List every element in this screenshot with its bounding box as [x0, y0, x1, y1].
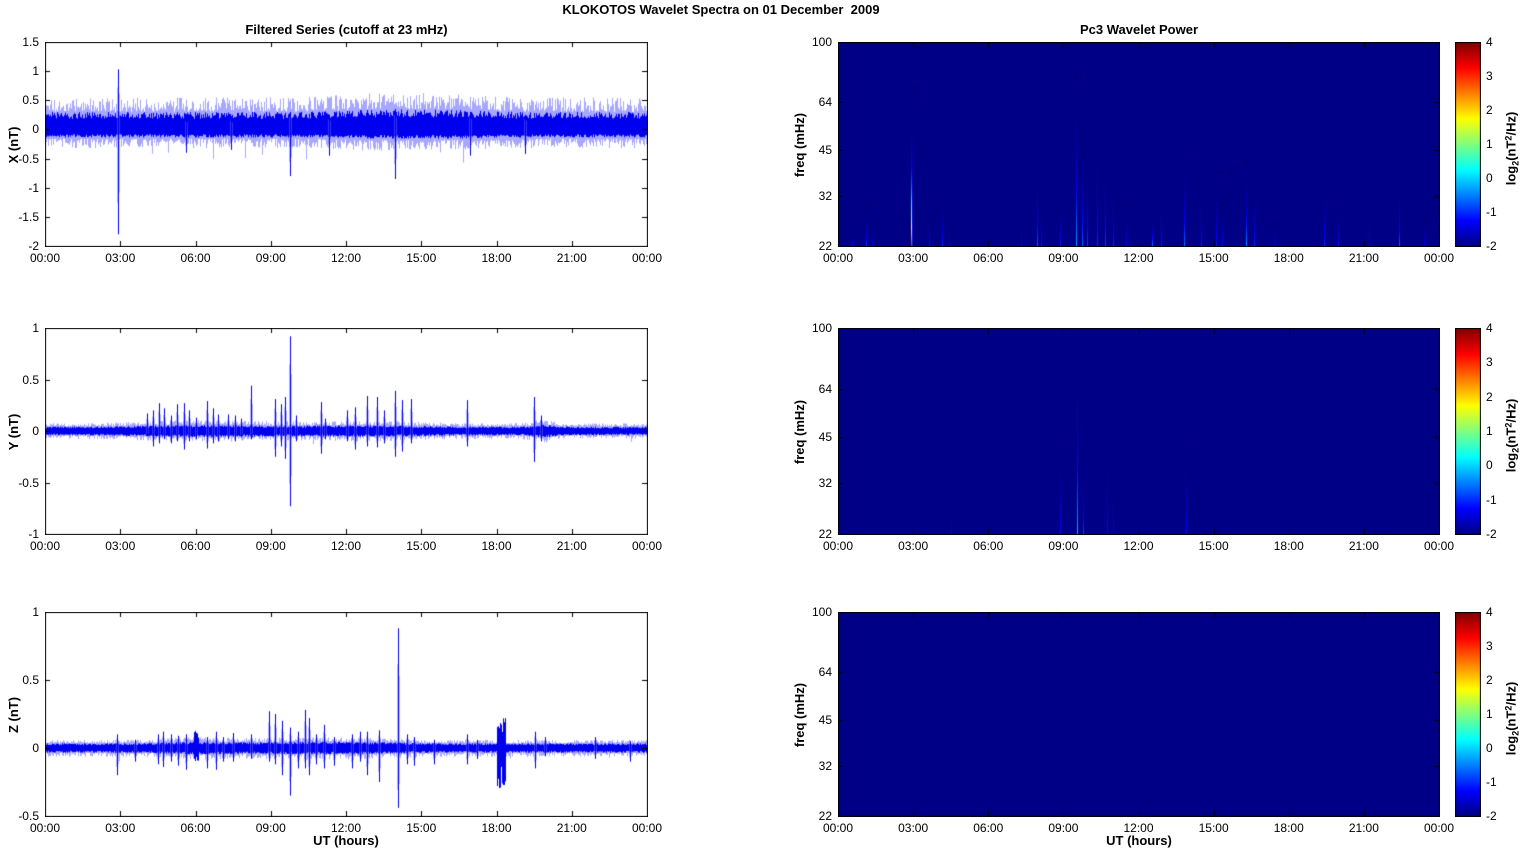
time-tick-label: 09:00 — [1048, 539, 1079, 553]
time-tick-label: 15:00 — [1198, 539, 1229, 553]
time-tick-label: 03:00 — [105, 821, 136, 835]
colorbar-x — [1455, 42, 1481, 247]
time-tick-label: 09:00 — [255, 251, 286, 265]
y-tick-label: 100 — [811, 35, 832, 49]
time-tick-label: 21:00 — [1348, 821, 1379, 835]
time-tick-label: 18:00 — [1273, 251, 1304, 265]
z-wavelet-spectrogram — [838, 612, 1440, 817]
time-tick-label: 00:00 — [1423, 539, 1455, 553]
colorbar-tick-label: -2 — [1486, 527, 1497, 541]
time-tick-label: 21:00 — [556, 539, 587, 553]
time-tick-label: 15:00 — [406, 821, 437, 835]
y-tick-label: 100 — [811, 605, 832, 619]
time-tick-label: 03:00 — [898, 821, 929, 835]
time-tick-label: 15:00 — [1198, 821, 1229, 835]
time-tick-label: 00:00 — [631, 251, 663, 265]
time-tick-label: 06:00 — [973, 821, 1004, 835]
colorbar-tick-label: -2 — [1486, 809, 1497, 823]
x-wavelet-spectrogram — [838, 42, 1440, 247]
y-tick-label: 1.5 — [22, 35, 39, 49]
time-tick-label: 00:00 — [822, 251, 854, 265]
time-tick-label: 00:00 — [822, 539, 854, 553]
y-tick-label: -1.5 — [18, 209, 39, 224]
y-filtered-series-plot — [45, 328, 648, 535]
filtered-series-title: Filtered Series (cutoff at 23 mHz) — [245, 22, 448, 37]
y-axis-label: X (nT) — [6, 126, 21, 163]
colorbar-axis-label: log2(nT2/Hz) — [1503, 681, 1521, 755]
time-tick-label: 21:00 — [1348, 251, 1379, 265]
time-tick-label: 18:00 — [481, 539, 512, 553]
x-axis-label-left: UT (hours) — [313, 833, 379, 848]
time-tick-label: 12:00 — [1123, 251, 1154, 265]
time-tick-label: 15:00 — [1198, 251, 1229, 265]
colorbar-tick-label: -2 — [1486, 239, 1497, 253]
time-tick-label: 03:00 — [898, 251, 929, 265]
time-tick-label: 03:00 — [898, 539, 929, 553]
time-tick-label: 15:00 — [406, 251, 437, 265]
time-tick-label: 06:00 — [973, 539, 1004, 553]
time-tick-label: 06:00 — [180, 539, 211, 553]
colorbar-axis-label: log2(nT2/Hz) — [1503, 111, 1521, 185]
z-filtered-series-plot — [45, 612, 648, 817]
time-tick-label: 03:00 — [105, 539, 136, 553]
time-tick-label: 12:00 — [1123, 821, 1154, 835]
time-tick-label: 00:00 — [822, 821, 854, 835]
colorbar-axis-label: log2(nT2/Hz) — [1503, 398, 1521, 472]
y-axis-label: Y (nT) — [6, 413, 21, 450]
colorbar-tick-label: 4 — [1486, 321, 1493, 335]
time-tick-label: 15:00 — [406, 539, 437, 553]
y-tick-label: 100 — [811, 321, 832, 335]
time-tick-label: 00:00 — [29, 539, 61, 553]
colorbar-z — [1455, 612, 1481, 817]
time-tick-label: 21:00 — [556, 821, 587, 835]
x-axis-label-right: UT (hours) — [1106, 833, 1172, 848]
time-tick-label: 18:00 — [481, 821, 512, 835]
y-wavelet-spectrogram — [838, 328, 1440, 535]
time-tick-label: 00:00 — [1423, 821, 1455, 835]
y-tick-label: 1 — [32, 605, 39, 619]
y-tick-label: 1 — [32, 64, 39, 79]
time-tick-label: 00:00 — [29, 821, 61, 835]
y-axis-label: freq (mHz) — [792, 682, 807, 747]
colorbar-tick-label: 4 — [1486, 35, 1493, 49]
time-tick-label: 18:00 — [481, 251, 512, 265]
time-tick-label: 12:00 — [1123, 539, 1154, 553]
time-tick-label: 06:00 — [973, 251, 1004, 265]
figure-title: KLOKOTOS Wavelet Spectra on 01 December … — [562, 2, 880, 17]
time-tick-label: 03:00 — [105, 251, 136, 265]
y-tick-label: 1 — [32, 321, 39, 335]
time-tick-label: 18:00 — [1273, 821, 1304, 835]
time-tick-label: 12:00 — [330, 539, 362, 553]
time-tick-label: 21:00 — [1348, 539, 1379, 553]
wavelet-power-title: Pc3 Wavelet Power — [1079, 22, 1198, 37]
y-axis-label: freq (mHz) — [792, 399, 807, 464]
colorbar-tick-label: 4 — [1486, 605, 1493, 619]
time-tick-label: 00:00 — [631, 821, 663, 835]
time-tick-label: 00:00 — [631, 539, 663, 553]
time-tick-label: 21:00 — [556, 251, 587, 265]
time-tick-label: 09:00 — [1048, 821, 1079, 835]
y-axis-label: Z (nT) — [6, 696, 21, 733]
time-tick-label: 09:00 — [1048, 251, 1079, 265]
colorbar-y — [1455, 328, 1481, 535]
time-tick-label: 00:00 — [1423, 251, 1455, 265]
time-tick-label: 12:00 — [330, 251, 362, 265]
time-tick-label: 06:00 — [180, 251, 211, 265]
time-tick-label: 09:00 — [255, 821, 286, 835]
time-tick-label: 09:00 — [255, 539, 286, 553]
time-tick-label: 06:00 — [180, 821, 211, 835]
y-axis-label: freq (mHz) — [792, 112, 807, 177]
time-tick-label: 18:00 — [1273, 539, 1304, 553]
time-tick-label: 00:00 — [29, 251, 61, 265]
x-filtered-series-plot — [45, 42, 648, 247]
wavelet-spectra-figure: KLOKOTOS Wavelet Spectra on 01 December … — [0, 0, 1526, 851]
time-tick-label: 12:00 — [330, 821, 362, 835]
